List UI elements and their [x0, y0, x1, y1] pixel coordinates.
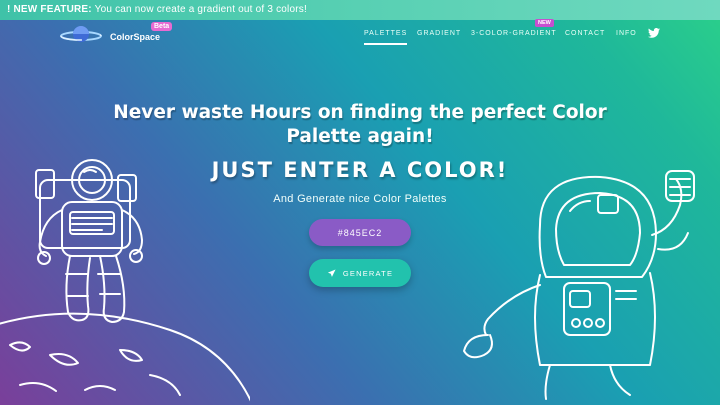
planet-icon: [60, 26, 102, 42]
logo-text: ColorSpace: [110, 32, 161, 42]
headline-line1: Never waste Hours on finding the perfect…: [113, 102, 607, 123]
nav-info[interactable]: INFO: [616, 30, 637, 37]
headline-line2: Palette again!: [286, 126, 434, 147]
feature-banner: ! NEW FEATURE: You can now create a grad…: [0, 0, 720, 20]
banner-label: ! NEW FEATURE:: [7, 4, 92, 15]
nav-3-color-gradient[interactable]: 3-COLOR-GRADIENT: [471, 30, 557, 37]
twitter-icon[interactable]: [648, 28, 660, 38]
banner-text: You can now create a gradient out of 3 c…: [94, 4, 307, 15]
astronaut-left-illustration: [0, 159, 250, 402]
beta-badge: Beta: [151, 22, 173, 31]
nav-contact[interactable]: CONTACT: [565, 30, 605, 37]
astronaut-right-illustration: [463, 170, 695, 400]
color-input[interactable]: [309, 219, 411, 246]
logo[interactable]: ColorSpace Beta: [60, 22, 180, 48]
page-headline: Never waste Hours on finding the perfect…: [0, 101, 720, 149]
generate-button-label: GENERATE: [342, 268, 394, 278]
rocket-icon: [327, 268, 336, 277]
new-badge: NEW: [535, 19, 554, 27]
nav-palettes[interactable]: PALETTES: [364, 30, 408, 45]
nav-gradient[interactable]: GRADIENT: [417, 30, 461, 37]
generate-button[interactable]: GENERATE: [309, 259, 411, 287]
